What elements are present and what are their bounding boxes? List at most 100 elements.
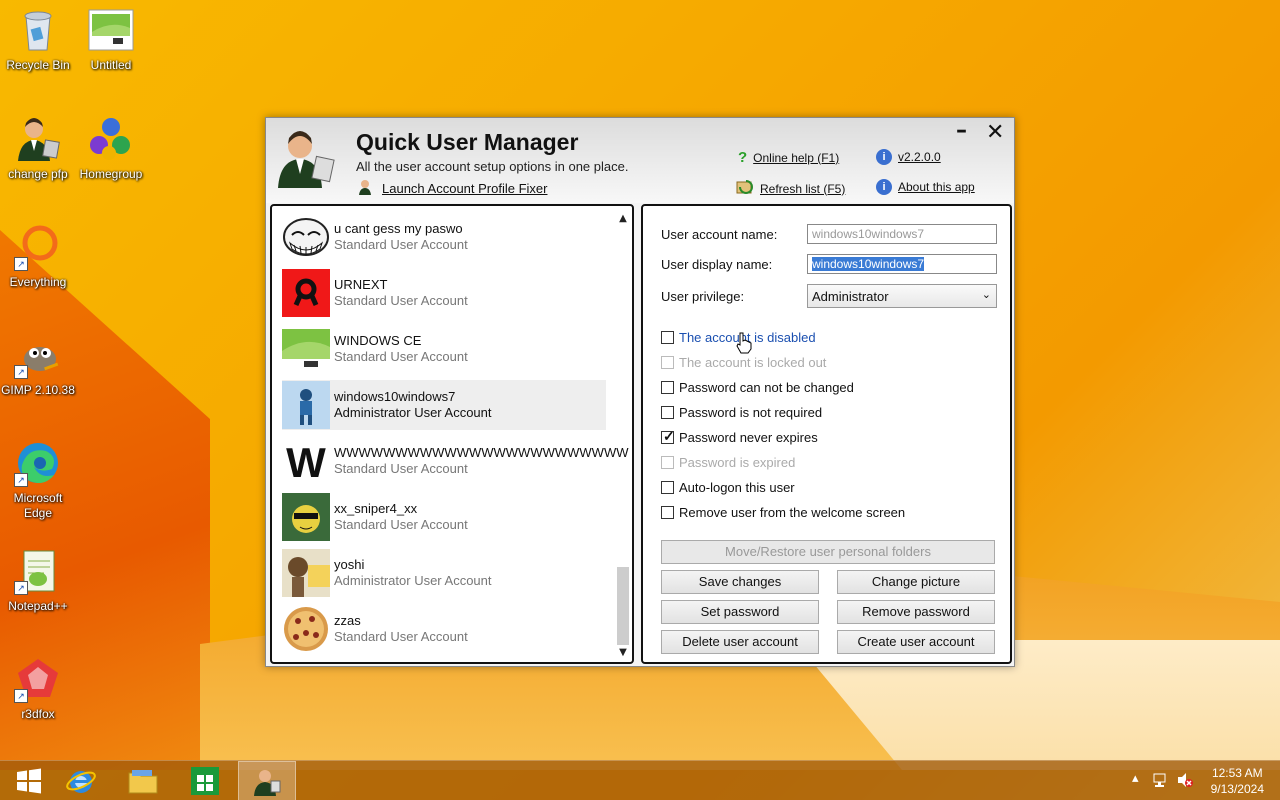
version-link[interactable]: i v2.2.0.0 xyxy=(876,149,941,165)
user-type: Standard User Account xyxy=(334,517,468,532)
network-icon[interactable] xyxy=(1152,771,1170,793)
checkbox-label: The account is locked out xyxy=(679,355,827,370)
chevron-down-icon: ⌄ xyxy=(981,289,991,301)
user-type: Standard User Account xyxy=(334,461,468,476)
everything-search-icon: ↗ xyxy=(14,223,62,271)
hand-cursor-icon xyxy=(735,332,753,354)
user-list-scrollbar[interactable]: ▲ ▼ xyxy=(616,212,630,660)
clock-time: 12:53 AM xyxy=(1211,766,1263,780)
privilege-value: Administrator xyxy=(812,289,889,304)
close-button[interactable]: ✕ xyxy=(986,120,1004,145)
user-manager-icon xyxy=(14,115,62,163)
checkbox-box xyxy=(661,356,674,369)
checkbox-auto-logon[interactable]: Auto-logon this user xyxy=(661,480,795,495)
taskbar-store[interactable] xyxy=(176,761,234,800)
desktop-icon-r3dfox[interactable]: ↗ r3dfox xyxy=(0,655,76,722)
list-item[interactable]: W WWWWWWWWWWWWWWWWWWWWWWWW Standard User… xyxy=(282,436,628,486)
list-item[interactable]: yoshi Administrator User Account xyxy=(282,548,606,598)
account-name-field[interactable]: windows10windows7 xyxy=(807,224,997,244)
user-details-panel: User account name: windows10windows7 Use… xyxy=(641,204,1012,664)
desktop-icon-label: change pfp xyxy=(8,167,68,181)
create-user-account-button[interactable]: Create user account xyxy=(837,630,995,654)
desktop-icon-notepadpp[interactable]: ↗ Notepad++ xyxy=(0,547,76,614)
avatar xyxy=(282,549,330,597)
taskbar-quick-user-manager[interactable] xyxy=(238,761,296,800)
desktop-icon-label: Everything xyxy=(9,275,67,289)
desktop-icon-everything[interactable]: ↗ Everything xyxy=(0,223,76,290)
change-picture-button[interactable]: Change picture xyxy=(837,570,995,594)
show-hidden-icons-chevron[interactable]: ▴ xyxy=(1132,771,1139,786)
desktop-icon-gimp[interactable]: ↗ GIMP 2.10.38 xyxy=(0,331,76,398)
list-item[interactable]: u cant gess my paswo Standard User Accou… xyxy=(282,212,606,262)
desktop-icon-label: Microsoft Edge xyxy=(13,491,63,520)
user-type: Administrator User Account xyxy=(334,573,492,588)
checkbox-label: Password is not required xyxy=(679,405,823,420)
avatar xyxy=(282,269,330,317)
scrollbar-thumb[interactable] xyxy=(617,567,629,645)
refresh-list-icon xyxy=(736,179,754,198)
notepadpp-icon: ↗ xyxy=(14,547,62,595)
remove-password-button[interactable]: Remove password xyxy=(837,600,995,624)
version-label: v2.2.0.0 xyxy=(898,150,941,164)
checkbox-remove-from-welcome[interactable]: Remove user from the welcome screen xyxy=(661,505,905,520)
checkbox-account-locked-out[interactable]: The account is locked out xyxy=(661,355,826,370)
chevron-up-icon[interactable]: ▲ xyxy=(616,212,630,226)
shortcut-arrow-icon: ↗ xyxy=(14,581,28,595)
checkbox-box xyxy=(661,481,674,494)
launch-profile-fixer-link[interactable]: Launch Account Profile Fixer xyxy=(358,179,547,198)
online-help-link[interactable]: ? Online help (F1) xyxy=(738,149,839,166)
refresh-list-link[interactable]: Refresh list (F5) xyxy=(736,179,845,198)
refresh-list-label: Refresh list (F5) xyxy=(760,181,846,196)
volume-muted-icon[interactable] xyxy=(1176,771,1194,793)
info-icon: i xyxy=(876,179,892,195)
desktop-icon-untitled[interactable]: Untitled xyxy=(73,6,149,73)
user-type: Standard User Account xyxy=(334,293,468,308)
user-name: zzas xyxy=(334,613,361,628)
about-link[interactable]: i About this app xyxy=(876,179,975,195)
list-item[interactable]: windows10windows7 Administrator User Acc… xyxy=(282,380,606,430)
desktop-icon-homegroup[interactable]: Homegroup xyxy=(73,115,149,182)
info-icon: i xyxy=(876,149,892,165)
user-type: Standard User Account xyxy=(334,349,468,364)
user-name: xx_sniper4_xx xyxy=(334,501,418,516)
minimize-button[interactable]: – xyxy=(956,118,967,143)
checkbox-label: Auto-logon this user xyxy=(679,480,795,495)
list-item[interactable]: WINDOWS CE Standard User Account xyxy=(282,324,606,374)
help-question-icon: ? xyxy=(738,149,748,166)
profile-fixer-icon xyxy=(358,179,374,198)
taskbar-internet-explorer[interactable] xyxy=(52,761,110,800)
list-item[interactable]: zzas Standard User Account xyxy=(282,604,606,654)
checkbox-password-never-expires[interactable]: ✓ Password never expires xyxy=(661,428,818,445)
start-button[interactable] xyxy=(0,761,58,800)
set-password-button[interactable]: Set password xyxy=(661,600,819,624)
desktop-icon-change-pfp[interactable]: change pfp xyxy=(0,115,76,182)
desktop-icon-recycle-bin[interactable]: Recycle Bin xyxy=(0,6,76,73)
privilege-select[interactable]: Administrator ⌄ xyxy=(807,284,997,308)
save-changes-button[interactable]: Save changes xyxy=(661,570,819,594)
user-name: URNEXT xyxy=(334,277,388,292)
list-item[interactable]: URNEXT Standard User Account xyxy=(282,268,606,318)
desktop-icon-edge[interactable]: ↗ Microsoft Edge xyxy=(0,439,76,521)
system-clock[interactable]: 12:53 AM 9/13/2024 xyxy=(1211,765,1264,797)
delete-user-account-button[interactable]: Delete user account xyxy=(661,630,819,654)
chevron-down-icon[interactable]: ▼ xyxy=(616,646,630,660)
shortcut-arrow-icon: ↗ xyxy=(14,365,28,379)
user-name: windows10windows7 xyxy=(334,389,456,404)
checkbox-password-not-required[interactable]: Password is not required xyxy=(661,405,822,420)
list-item[interactable]: xx_sniper4_xx Standard User Account xyxy=(282,492,606,542)
display-name-label: User display name: xyxy=(661,257,773,272)
taskbar-file-explorer[interactable] xyxy=(114,761,172,800)
display-name-field[interactable]: windows10windows7 xyxy=(807,254,997,274)
checkmark-icon: ✓ xyxy=(663,428,675,444)
checkbox-password-cannot-change[interactable]: Password can not be changed xyxy=(661,380,854,395)
move-restore-folders-button[interactable]: Move/Restore user personal folders xyxy=(661,540,995,564)
user-manager-icon xyxy=(274,126,338,190)
checkbox-box xyxy=(661,381,674,394)
checkbox-label: Password never expires xyxy=(679,430,818,445)
r3dfox-icon: ↗ xyxy=(14,655,62,703)
checkbox-password-expired[interactable]: Password is expired xyxy=(661,455,795,470)
user-type: Standard User Account xyxy=(334,629,468,644)
avatar xyxy=(282,493,330,541)
checkbox-label: Password can not be changed xyxy=(679,380,854,395)
homegroup-icon xyxy=(87,115,135,163)
